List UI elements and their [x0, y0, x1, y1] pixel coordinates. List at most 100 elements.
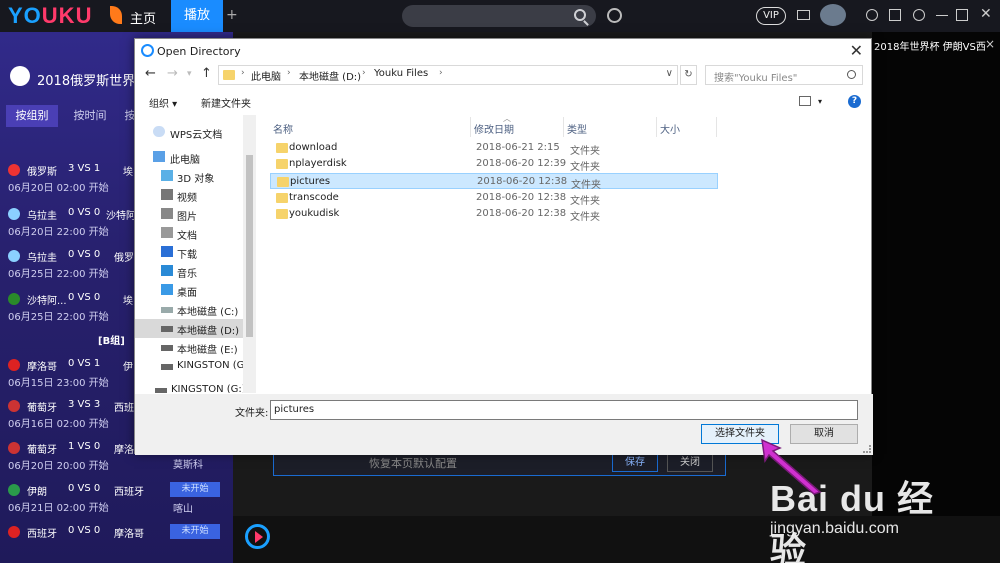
nav-item-label: 3D 对象 — [177, 174, 215, 185]
reset-defaults-link[interactable]: 恢复本页默认配置 — [369, 455, 457, 471]
view-dropdown-icon[interactable]: ▾ — [818, 97, 822, 106]
vip-badge[interactable]: VIP — [756, 7, 786, 25]
folder-label: 文件夹: — [235, 408, 269, 419]
match-score: 0 VS 0 — [68, 207, 101, 218]
match-score: 0 VS 0 — [68, 525, 101, 536]
column-name[interactable]: 名称 — [270, 117, 471, 137]
minimize-icon[interactable] — [936, 15, 948, 16]
panel-close-icon[interactable]: × — [985, 37, 995, 51]
document-icon — [161, 227, 173, 238]
help-icon[interactable]: ? — [848, 95, 861, 108]
recent-dropdown-icon[interactable]: ▾ — [187, 69, 192, 79]
window-close-icon[interactable]: ✕ — [980, 6, 992, 22]
file-name: download — [289, 142, 338, 153]
refresh-icon[interactable]: ↻ — [680, 65, 697, 85]
music-icon — [161, 265, 173, 276]
annotation-arrow-icon — [761, 438, 822, 495]
team-name: 沙特阿... — [27, 296, 67, 307]
maximize-icon[interactable] — [956, 9, 968, 21]
tab-by-time[interactable]: 按时间 — [64, 105, 116, 127]
history-clock-icon[interactable] — [607, 8, 622, 23]
youku-play-icon[interactable] — [245, 524, 270, 549]
nav-item-label: KINGSTON (G:) — [171, 384, 246, 393]
avatar[interactable] — [820, 4, 846, 26]
close-button[interactable]: 关闭 — [667, 454, 713, 472]
logo-text-b: UKU — [41, 3, 93, 28]
nav-item-desktop[interactable]: 桌面 — [135, 281, 243, 300]
nav-item-label: 视频 — [177, 193, 197, 204]
nav-item-kingston-g[interactable]: KINGSTON (G:) — [135, 357, 252, 376]
team-name: 葡萄牙 — [27, 445, 57, 456]
nav-item-3d-objects[interactable]: 3D 对象 — [135, 167, 243, 186]
nav-item-drive-c[interactable]: 本地磁盘 (C:) — [135, 300, 243, 319]
refresh-icon[interactable] — [866, 9, 878, 21]
opponent-name: 西班牙 — [114, 487, 144, 498]
save-button[interactable]: 保存 — [612, 454, 658, 472]
team-name: 伊朗 — [27, 487, 47, 498]
dialog-title: Open Directory — [157, 45, 241, 58]
nav-item-pictures[interactable]: 图片 — [135, 205, 243, 224]
nav-scrollbar[interactable] — [243, 115, 256, 393]
flag-icon — [8, 164, 20, 176]
search-icon[interactable] — [574, 9, 586, 21]
mail-icon[interactable] — [797, 10, 810, 20]
flag-icon — [8, 442, 20, 454]
chevron-down-icon[interactable]: ∨ — [666, 68, 673, 79]
nav-item-downloads[interactable]: 下载 — [135, 243, 243, 262]
organize-menu[interactable]: 组织 ▾ — [149, 95, 177, 110]
nav-item-this-pc[interactable]: 此电脑 — [135, 148, 243, 167]
nav-home[interactable]: 主页 — [130, 8, 156, 27]
breadcrumb-this-pc[interactable]: 此电脑 — [251, 68, 281, 83]
up-arrow-icon[interactable]: ↑ — [201, 66, 212, 81]
nav-item-drive-d[interactable]: 本地磁盘 (D:) — [135, 319, 243, 338]
computer-icon — [153, 151, 165, 162]
resize-grip-icon[interactable] — [863, 445, 871, 453]
new-folder-button[interactable]: 新建文件夹 — [201, 95, 251, 110]
address-bar[interactable]: › 此电脑 › 本地磁盘 (D:) › Youku Files › ∨ — [218, 65, 678, 85]
breadcrumb-youku-files[interactable]: Youku Files — [374, 68, 428, 79]
flag-icon — [8, 400, 20, 412]
worldcup-title: 2018俄罗斯世界杯 — [37, 74, 149, 89]
file-row[interactable]: youkudisk 2018-06-20 12:38 文件夹 — [270, 206, 718, 223]
add-tab-button[interactable]: + — [226, 7, 238, 23]
file-row[interactable]: download 2018-06-21 2:15 文件夹 — [270, 140, 718, 157]
nav-item-wps-cloud[interactable]: WPS云文档 — [135, 123, 243, 142]
match-score: 0 VS 1 — [68, 358, 101, 369]
nav-item-kingston-g-root[interactable]: KINGSTON (G:) — [135, 381, 246, 393]
breadcrumb-drive-d[interactable]: 本地磁盘 (D:) — [299, 68, 361, 83]
nav-item-documents[interactable]: 文档 — [135, 224, 243, 243]
skin-shirt-icon[interactable] — [889, 9, 901, 21]
nav-scroll-thumb[interactable] — [246, 155, 253, 337]
file-row[interactable]: transcode 2018-06-20 12:38 文件夹 — [270, 190, 718, 207]
nav-play-tab[interactable]: 播放 — [171, 0, 223, 32]
folder-name-input[interactable]: pictures — [270, 400, 858, 420]
forward-arrow-icon[interactable]: → — [167, 66, 178, 81]
status-badge[interactable]: 未开始 — [170, 482, 220, 497]
dialog-close-icon[interactable]: ✕ — [850, 41, 863, 60]
nav-item-music[interactable]: 音乐 — [135, 262, 243, 281]
view-options-icon[interactable] — [799, 96, 811, 106]
match-score: 0 VS 0 — [68, 483, 101, 494]
column-date[interactable]: 修改日期 — [471, 117, 564, 137]
drive-icon — [161, 326, 173, 332]
youku-logo[interactable]: YOUKU — [8, 3, 92, 29]
column-type[interactable]: 类型 — [564, 117, 657, 137]
tab-by-group[interactable]: 按组别 — [6, 105, 58, 127]
file-row-selected[interactable]: pictures 2018-06-20 12:38 文件夹 — [270, 173, 718, 191]
settings-gear-icon[interactable] — [913, 9, 925, 21]
file-row[interactable]: nplayerdisk 2018-06-20 12:39 文件夹 — [270, 156, 718, 173]
folder-search-input[interactable]: 搜索"Youku Files" — [705, 65, 863, 85]
file-date: 2018-06-20 12:39 — [476, 158, 567, 169]
status-badge[interactable]: 未开始 — [170, 524, 220, 539]
app-search-box[interactable] — [402, 5, 596, 27]
breadcrumb-separator: › — [439, 68, 443, 78]
back-arrow-icon[interactable]: ← — [145, 66, 156, 81]
cube-icon — [161, 170, 173, 181]
folder-icon — [276, 209, 288, 219]
nav-item-videos[interactable]: 视频 — [135, 186, 243, 205]
folder-icon — [276, 143, 288, 153]
venue-label: 莫斯科 — [173, 460, 203, 471]
opponent-name: 埃 — [123, 167, 133, 178]
nav-item-drive-e[interactable]: 本地磁盘 (E:) — [135, 338, 243, 357]
column-size[interactable]: 大小 — [657, 117, 717, 137]
